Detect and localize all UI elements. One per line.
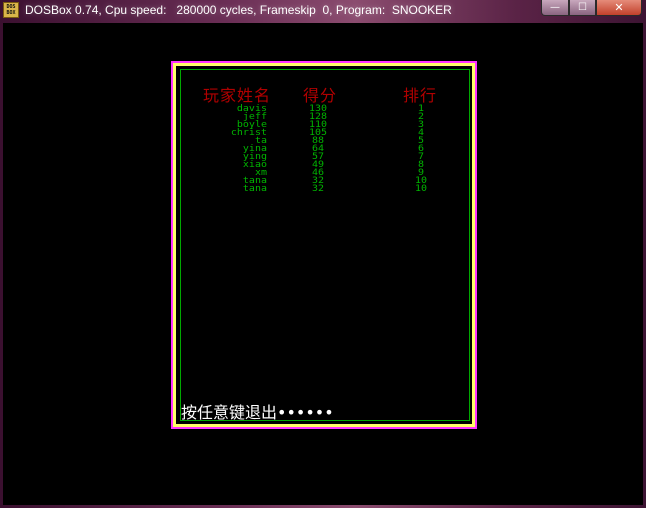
header-player-name: 玩家姓名 xyxy=(203,86,272,105)
player-score: 32 xyxy=(311,183,325,194)
dosbox-window: DOS BOX DOSBox 0.74, Cpu speed: 280000 c… xyxy=(0,0,646,508)
header-rank: 排行 xyxy=(403,86,438,105)
close-button[interactable]: ✕ xyxy=(596,0,642,16)
close-icon: ✕ xyxy=(614,1,624,14)
dos-screen[interactable]: 玩家姓名 得分 排行 davis 130 1 jeff 128 2 boyle 110 3 chr… xyxy=(3,23,643,505)
player-name: tana xyxy=(242,183,267,194)
maximize-icon: ☐ xyxy=(578,2,587,13)
minimize-button[interactable]: — xyxy=(541,0,569,16)
minimize-icon: — xyxy=(550,2,560,13)
maximize-button[interactable]: ☐ xyxy=(569,0,596,16)
exit-prompt: 按任意键退出•••••• xyxy=(181,403,334,422)
header-score: 得分 xyxy=(303,86,338,105)
leaderboard-row: tana 32 10 xyxy=(3,183,643,194)
title-bar[interactable]: DOS BOX DOSBox 0.74, Cpu speed: 280000 c… xyxy=(0,0,646,22)
window-title: DOSBox 0.74, Cpu speed: 280000 cycles, F… xyxy=(25,3,452,17)
dosbox-icon[interactable]: DOS BOX xyxy=(3,2,19,18)
player-rank: 10 xyxy=(414,183,428,194)
